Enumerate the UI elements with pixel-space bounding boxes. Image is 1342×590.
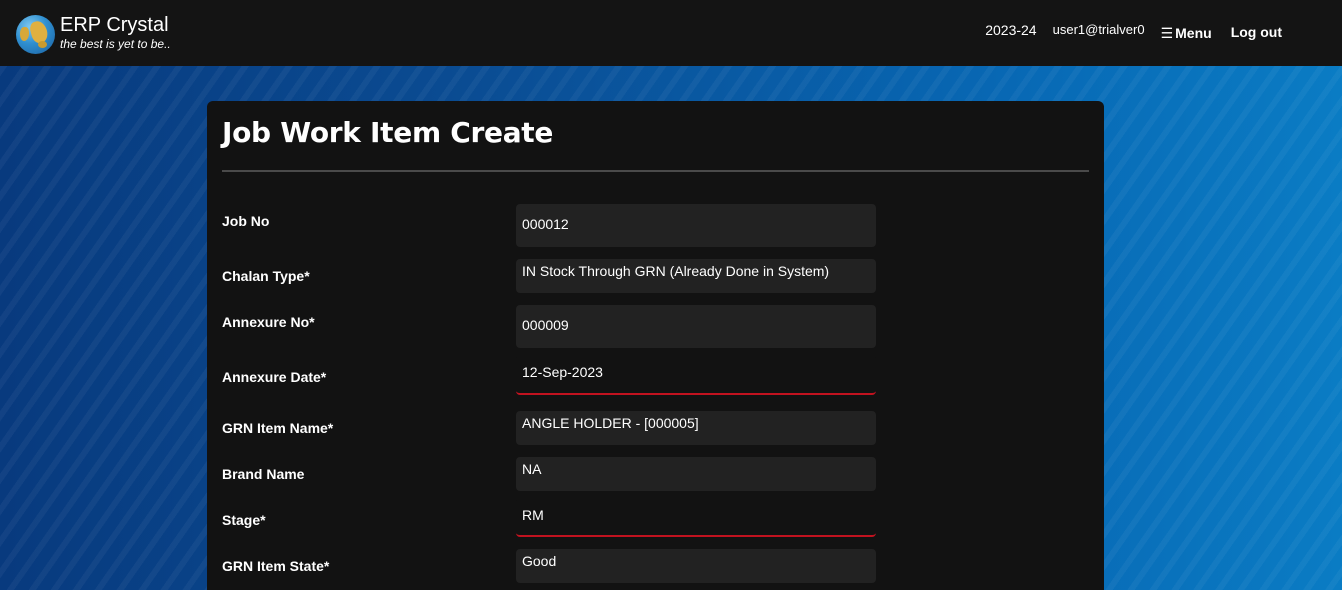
annexure-no-field[interactable]: 000009 [516, 305, 876, 348]
grn-item-name-label: GRN Item Name* [222, 420, 334, 436]
logout-link[interactable]: Log out [1231, 24, 1282, 40]
brand-name-select[interactable]: NA [516, 457, 876, 491]
annexure-no-label: Annexure No* [222, 314, 315, 330]
job-no-field[interactable]: 000012 [516, 204, 876, 247]
hamburger-icon: ☰ [1160, 25, 1174, 41]
menu-button[interactable]: ☰ Menu [1161, 25, 1212, 42]
grn-item-state-select[interactable]: Good [516, 549, 876, 583]
stage-select[interactable]: RM [516, 498, 876, 537]
grn-item-state-label: GRN Item State* [222, 558, 330, 574]
title-divider [222, 170, 1089, 172]
globe-icon [16, 15, 55, 54]
stage-label: Stage* [222, 512, 266, 528]
job-no-label: Job No [222, 213, 270, 229]
nav-links: 2023-24 user1@trialver0 ☰ Menu Log out [969, 21, 1282, 42]
annexure-date-field[interactable]: 12-Sep-2023 [516, 355, 876, 395]
app-name: ERP Crystal [60, 14, 169, 36]
form-card: Job Work Item Create Job No 000012 Chala… [207, 101, 1104, 590]
grn-item-name-select[interactable]: ANGLE HOLDER - [000005] [516, 411, 876, 445]
page-title: Job Work Item Create [222, 116, 554, 149]
brand-name-label: Brand Name [222, 466, 305, 482]
annexure-date-label: Annexure Date* [222, 369, 327, 385]
app-tagline: the best is yet to be.. [60, 37, 171, 51]
financial-year[interactable]: 2023-24 [985, 22, 1036, 38]
chalan-type-label: Chalan Type* [222, 268, 310, 284]
chalan-type-select[interactable]: IN Stock Through GRN (Already Done in Sy… [516, 259, 876, 293]
brand[interactable]: ERP Crystal the best is yet to be.. [16, 14, 171, 54]
user-name[interactable]: user1@trialver0 [1053, 22, 1145, 37]
menu-label: Menu [1175, 25, 1212, 41]
top-navbar: ERP Crystal the best is yet to be.. 2023… [0, 0, 1342, 66]
